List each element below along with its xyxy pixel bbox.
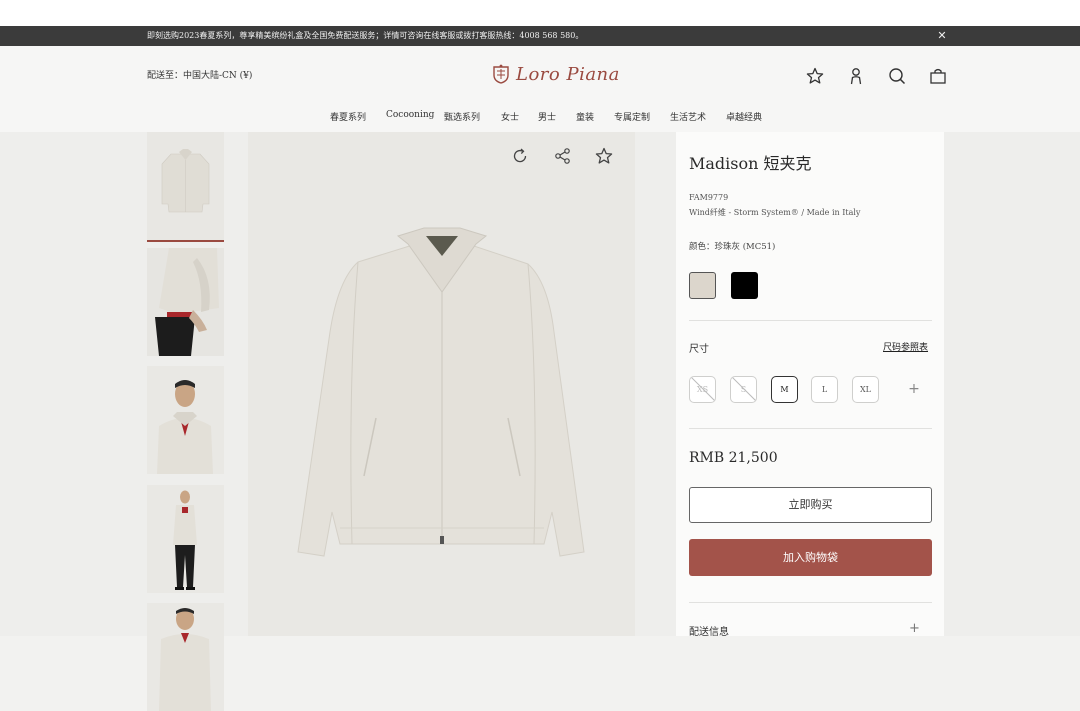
size-option-m[interactable]: M [771,376,798,403]
thumbnail-sleeve-detail[interactable] [147,248,224,356]
size-guide-link[interactable]: 尺码参照表 [883,340,928,353]
size-option-l[interactable]: L [811,376,838,403]
color-swatch-pearl-grey[interactable] [689,272,716,299]
nav-item-selection[interactable]: 甄选系列 [444,110,480,123]
jacket-image [248,132,635,636]
thumbnail-model-partial[interactable] [147,603,224,711]
size-label: 尺寸 [689,344,709,355]
size-option-xs[interactable]: XS [689,376,716,403]
rotate-360-icon[interactable] [510,146,530,166]
main-product-image[interactable] [248,132,635,636]
more-sizes-plus-icon[interactable]: + [906,376,922,403]
product-material: Wind纤维 - Storm System® / Made in Italy [689,208,861,217]
favorite-star-icon[interactable] [594,146,614,166]
nav-item-spring-summer[interactable]: 春夏系列 [330,110,366,123]
main-nav: 春夏系列 Cocooning 甄选系列 女士 男士 童装 专属定制 生活艺术 卓… [0,110,1080,126]
shipping-expand-plus-icon[interactable]: + [909,621,920,636]
add-to-bag-button[interactable]: 加入购物袋 [689,539,932,576]
product-content: Madison 短夹克 FAM9779 Wind纤维 - Storm Syste… [0,132,1080,711]
star-icon[interactable] [805,66,825,86]
product-price: RMB 21,500 [689,450,778,466]
color-label: 颜色：珍珠灰 (MC51) [689,242,776,252]
search-icon[interactable] [887,66,907,86]
color-swatch-black[interactable] [731,272,758,299]
thumbnail-model-portrait[interactable] [147,366,224,474]
product-code: FAM9779 [689,193,729,202]
product-info-panel: Madison 短夹克 FAM9779 Wind纤维 - Storm Syste… [676,132,944,638]
close-icon[interactable]: ✕ [936,26,948,46]
bag-icon[interactable] [928,66,948,86]
user-icon[interactable] [846,66,866,86]
thumbnail-model-full-body[interactable] [147,485,224,593]
nav-item-classics[interactable]: 卓越经典 [726,110,762,123]
size-option-s[interactable]: S [730,376,757,403]
announcement-bar: 即刻选购2023春夏系列，尊享精美缤纷礼盒及全国免费配送服务；详情可咨询在线客服… [0,26,1080,46]
product-title: Madison 短夹克 [689,154,812,173]
nav-item-women[interactable]: 女士 [501,110,519,123]
nav-item-men[interactable]: 男士 [538,110,556,123]
divider [689,602,932,603]
crest-icon [493,64,509,84]
nav-item-bespoke[interactable]: 专属定制 [614,110,650,123]
nav-item-cocooning[interactable]: Cocooning [386,110,434,120]
site-header: 配送至：中国大陆-CN (¥) Loro Piana 春夏系列 Cocoonin… [0,46,1080,132]
brand-wordmark: Loro Piana [516,63,620,85]
share-icon[interactable] [553,146,573,166]
announcement-text: 即刻选购2023春夏系列，尊享精美缤纷礼盒及全国免费配送服务；详情可咨询在线客服… [147,31,584,40]
nav-item-interiors[interactable]: 生活艺术 [670,110,706,123]
browser-top-area [0,0,1080,26]
divider [689,320,932,321]
ship-to-selector[interactable]: 配送至：中国大陆-CN (¥) [147,68,252,81]
divider [689,428,932,429]
size-option-xl[interactable]: XL [852,376,879,403]
nav-item-kids[interactable]: 童装 [576,110,594,123]
brand-logo[interactable]: Loro Piana [492,62,620,86]
thumbnail-jacket-front[interactable] [147,132,224,242]
buy-now-button[interactable]: 立即购买 [689,487,932,523]
